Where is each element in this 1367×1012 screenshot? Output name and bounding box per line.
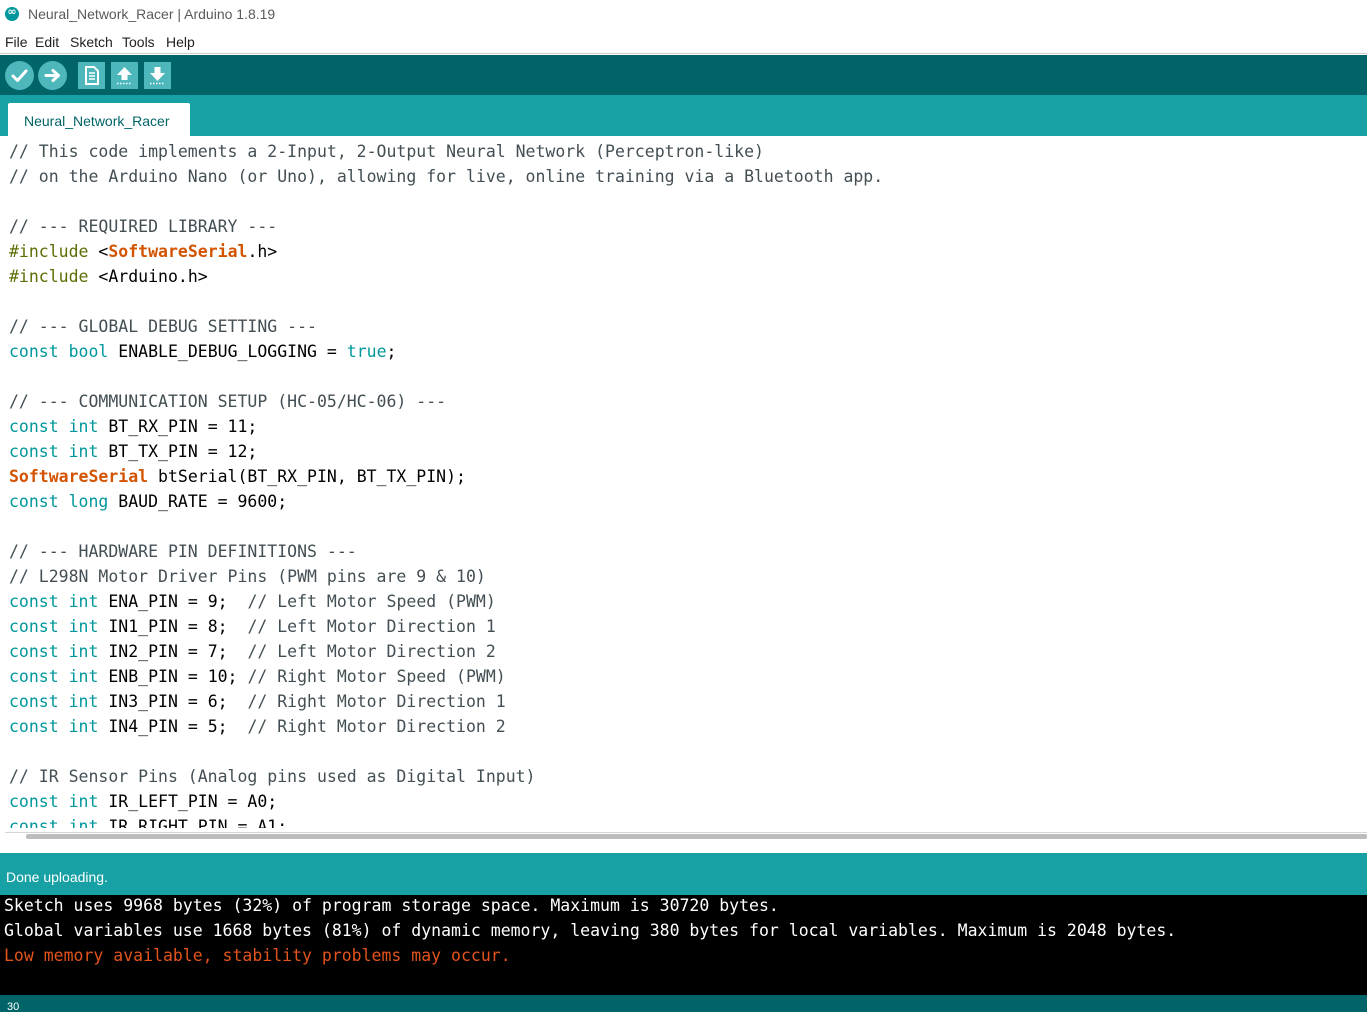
menu-sketch[interactable]: Sketch (70, 34, 113, 50)
menu-help[interactable]: Help (166, 34, 195, 50)
code-line: // --- REQUIRED LIBRARY --- (9, 217, 278, 236)
code-line: // This code implements a 2-Input, 2-Out… (9, 142, 764, 161)
console-line: Sketch uses 9968 bytes (32%) of program … (4, 896, 779, 915)
code-line: const bool ENABLE_DEBUG_LOGGING = true; (9, 342, 397, 361)
horizontal-scrollbar[interactable] (0, 828, 1367, 853)
tab-label: Neural_Network_Racer (24, 113, 170, 129)
code-line: const int IN4_PIN = 5; // Right Motor Di… (9, 717, 506, 736)
checkmark-icon (11, 69, 28, 82)
code-line: const int IR_LEFT_PIN = A0; (9, 792, 278, 811)
code-line: // --- HARDWARE PIN DEFINITIONS --- (9, 542, 357, 561)
code-line: const long BAUD_RATE = 9600; (9, 492, 288, 511)
arrow-right-icon (44, 69, 60, 82)
console-output[interactable]: Sketch uses 9968 bytes (32%) of program … (0, 895, 1367, 995)
window-title: Neural_Network_Racer | Arduino 1.8.19 (28, 6, 276, 22)
code-line: const int IN2_PIN = 7; // Left Motor Dir… (9, 642, 496, 661)
code-line: // on the Arduino Nano (or Uno), allowin… (9, 167, 884, 186)
arduino-logo-icon (5, 5, 19, 21)
save-button[interactable] (144, 62, 171, 89)
status-message: Done uploading. (6, 869, 108, 885)
title-bar: Neural_Network_Racer | Arduino 1.8.19 (0, 0, 1367, 29)
code-line: // --- GLOBAL DEBUG SETTING --- (9, 317, 317, 336)
line-number: 30 (7, 1001, 20, 1012)
code-line: const int ENA_PIN = 9; // Left Motor Spe… (9, 592, 496, 611)
code-line: const int BT_RX_PIN = 11; (9, 417, 258, 436)
new-button[interactable] (78, 62, 105, 89)
verify-button[interactable] (5, 61, 34, 90)
menu-bar: File Edit Sketch Tools Help (0, 29, 1367, 54)
arrow-down-icon (150, 67, 165, 85)
tab-strip: Neural_Network_Racer (0, 95, 1367, 136)
scrollbar-track (5, 832, 1367, 833)
code-line: const int IN3_PIN = 6; // Right Motor Di… (9, 692, 506, 711)
code-line: const int ENB_PIN = 10; // Right Motor S… (9, 667, 506, 686)
open-button[interactable] (111, 62, 138, 89)
toolbar (0, 55, 1367, 95)
upload-button[interactable] (38, 61, 67, 90)
status-bar: Done uploading. (0, 853, 1367, 895)
new-file-icon (85, 66, 99, 85)
code-line: SoftwareSerial btSerial(BT_RX_PIN, BT_TX… (9, 467, 466, 486)
menu-tools[interactable]: Tools (122, 34, 155, 50)
code-line: const int IR_RIGHT_PIN = A1; (9, 817, 288, 828)
code-line: #include <Arduino.h> (9, 267, 208, 286)
code-line: #include <SoftwareSerial.h> (9, 242, 278, 261)
arrow-up-icon (117, 67, 132, 85)
menu-file[interactable]: File (5, 34, 28, 50)
code-line: // IR Sensor Pins (Analog pins used as D… (9, 767, 536, 786)
console-warning-line: Low memory available, stability problems… (4, 946, 511, 965)
bottom-status-bar: 30 (0, 995, 1367, 1012)
tab-neural-network-racer[interactable]: Neural_Network_Racer (8, 103, 190, 136)
code-line: const int IN1_PIN = 8; // Left Motor Dir… (9, 617, 496, 636)
console-line: Global variables use 1668 bytes (81%) of… (4, 921, 1177, 940)
code-line: const int BT_TX_PIN = 12; (9, 442, 258, 461)
code-line: // L298N Motor Driver Pins (PWM pins are… (9, 567, 486, 586)
code-line: // --- COMMUNICATION SETUP (HC-05/HC-06)… (9, 392, 447, 411)
code-editor[interactable]: // This code implements a 2-Input, 2-Out… (0, 136, 1367, 828)
menu-edit[interactable]: Edit (35, 34, 59, 50)
scrollbar-thumb[interactable] (26, 834, 1367, 839)
